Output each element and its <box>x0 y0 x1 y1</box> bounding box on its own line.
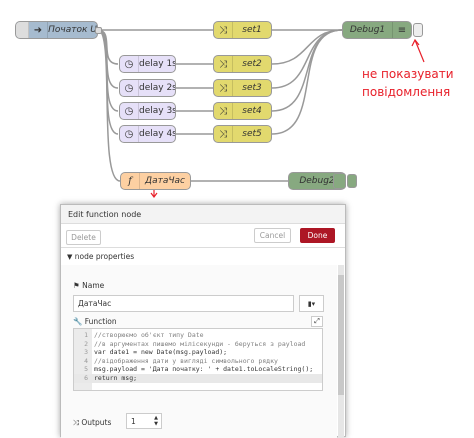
spinner-arrows-icon[interactable]: ▲ ▼ <box>154 415 158 427</box>
clock-icon: ◷ <box>120 103 139 119</box>
code-line: 4//відображення дати у вигляді символьно… <box>84 356 278 365</box>
book-icon: ▮▾ <box>307 299 316 308</box>
expand-editor-button[interactable]: ⤢ <box>311 316 323 327</box>
arrow-right-icon: ➜ <box>29 22 48 38</box>
clock-icon: ◷ <box>120 126 139 142</box>
code-line: 2//в аргументах пишемо мілісекунди - бер… <box>84 339 306 348</box>
change-node-label: set5 <box>242 129 262 139</box>
node-properties-section[interactable]: ▼ node properties <box>61 247 345 265</box>
change-node-set5[interactable]: ⤨ set5 <box>213 125 272 143</box>
icon-picker-button[interactable]: ▮▾ <box>299 295 324 312</box>
shuffle-icon: ⤨ <box>214 22 233 38</box>
clock-icon: ◷ <box>120 80 139 96</box>
inject-output-port[interactable] <box>95 27 102 34</box>
name-label-row: ⚑ Name <box>73 281 104 290</box>
inject-node[interactable]: ➜ Початок U <box>15 21 98 39</box>
name-input[interactable]: ДатаЧас <box>73 295 294 312</box>
annotation-line-2: повідомлення <box>362 85 451 99</box>
edit-function-dialog: Edit function node Delete Cancel Done ▼ … <box>60 204 346 438</box>
name-label: Name <box>82 281 105 290</box>
delay-node-4[interactable]: ◷ delay 4s <box>119 125 176 143</box>
delay-node-label: delay 1s <box>139 59 175 69</box>
outputs-label-row: ⤨ Outputs <box>73 418 111 428</box>
function-node[interactable]: f ДатаЧас <box>120 172 191 190</box>
function-label-row: 🔧 Function <box>73 317 117 326</box>
delay-node-label: delay 3s <box>139 106 175 116</box>
change-node-set1[interactable]: ⤨ set1 <box>213 21 272 39</box>
code-line: 6 return msg; <box>74 374 322 383</box>
list-icon: ≡ <box>392 22 411 38</box>
inject-node-label: Початок U <box>48 25 97 35</box>
scrollbar-thumb[interactable] <box>338 275 344 395</box>
delay-node-3[interactable]: ◷ delay 3s <box>119 102 176 120</box>
delay-node-2[interactable]: ◷ delay 2s <box>119 79 176 97</box>
shuffle-icon: ⤨ <box>214 56 233 72</box>
debug2-icon-area <box>333 173 346 189</box>
flow-canvas[interactable]: ➜ Початок U ◷ delay 1s ◷ delay 2s ◷ dela… <box>0 0 474 200</box>
function-icon: f <box>121 173 140 189</box>
shuffle-icon: ⤨ <box>73 418 79 427</box>
chevron-down-icon: ▼ <box>67 253 73 261</box>
dialog-title: Edit function node <box>61 205 345 224</box>
debug2-toggle-button[interactable] <box>347 174 357 188</box>
code-line: 3 var date1 = new Date(msg.payload); <box>84 348 228 357</box>
code-editor[interactable]: 1//створюємо об'єкт типу Date 2//в аргум… <box>73 328 323 391</box>
change-node-label: set2 <box>242 59 262 69</box>
function-label: Function <box>84 317 117 326</box>
section-label: node properties <box>74 252 135 261</box>
change-node-label: set4 <box>242 106 262 116</box>
change-node-label: set3 <box>242 83 262 93</box>
delay-node-1[interactable]: ◷ delay 1s <box>119 55 176 73</box>
shuffle-icon: ⤨ <box>214 80 233 96</box>
properties-form: ⚑ Name ДатаЧас ▮▾ 🔧 Function ⤢ 1//створю… <box>61 265 337 438</box>
change-node-label: set1 <box>242 25 262 35</box>
annotation-line-1: не показувати <box>362 67 454 81</box>
change-node-set4[interactable]: ⤨ set4 <box>213 102 272 120</box>
function-node-label: ДатаЧас <box>145 176 185 186</box>
outputs-label: Outputs <box>81 418 112 427</box>
debug1-toggle-button[interactable] <box>413 23 423 37</box>
code-line: 1//створюємо об'єкт типу Date <box>84 331 204 339</box>
code-line: 5 msg.payload = 'Дата початку: ' + date1.… <box>84 365 314 374</box>
clock-icon: ◷ <box>120 56 139 72</box>
tag-icon: ⚑ <box>73 281 80 290</box>
wrench-icon: 🔧 <box>73 317 83 326</box>
debug-node-label: Debug1 <box>349 25 386 35</box>
delay-node-label: delay 2s <box>139 83 175 93</box>
inject-button-icon[interactable] <box>16 22 29 38</box>
cancel-button[interactable]: Cancel <box>254 228 291 243</box>
change-node-set3[interactable]: ⤨ set3 <box>213 79 272 97</box>
delete-button[interactable]: Delete <box>66 230 101 245</box>
shuffle-icon: ⤨ <box>214 126 233 142</box>
delay-node-label: delay 4s <box>139 129 175 139</box>
dialog-scrollbar[interactable] <box>338 265 344 438</box>
outputs-spinner[interactable]: 1 ▲ ▼ <box>126 413 162 429</box>
shuffle-icon: ⤨ <box>214 103 233 119</box>
outputs-value: 1 <box>131 416 136 426</box>
debug-node-1[interactable]: Debug1 ≡ <box>342 21 412 39</box>
change-node-set2[interactable]: ⤨ set2 <box>213 55 272 73</box>
done-button[interactable]: Done <box>300 228 335 243</box>
